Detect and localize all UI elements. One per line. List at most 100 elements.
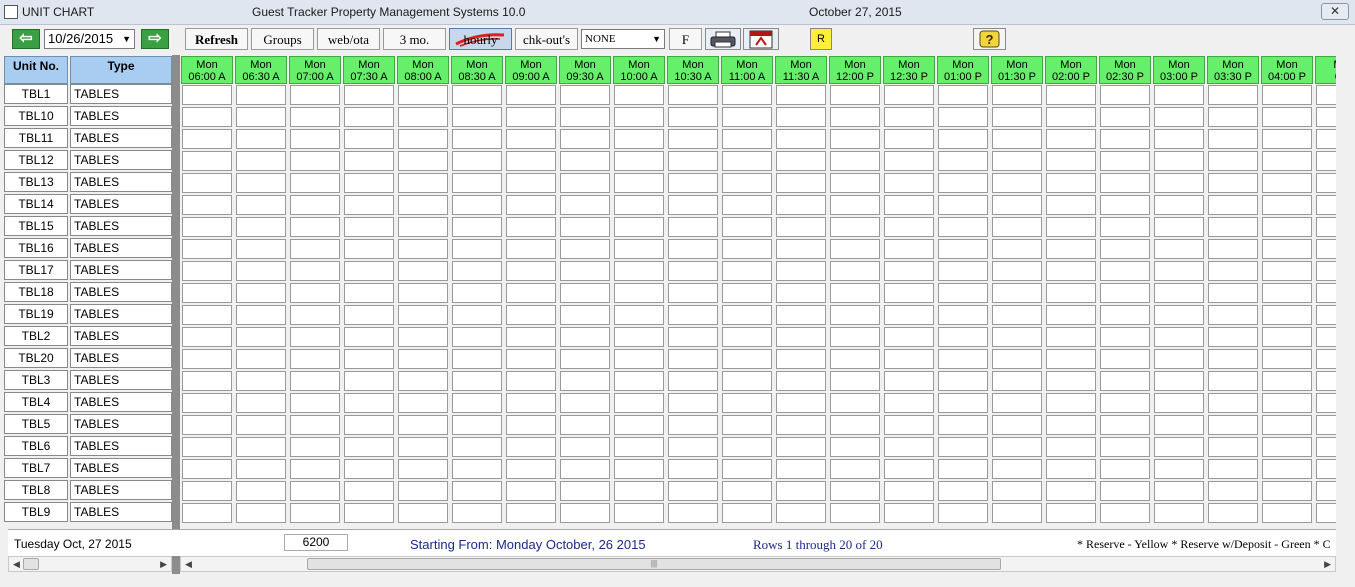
schedule-cell[interactable] bbox=[884, 393, 934, 413]
schedule-cell[interactable] bbox=[1208, 85, 1258, 105]
schedule-cell[interactable] bbox=[1154, 459, 1204, 479]
schedule-cell[interactable] bbox=[938, 305, 988, 325]
schedule-cell[interactable] bbox=[560, 151, 610, 171]
grid-horizontal-scrollbar[interactable]: ◀ ||| ▶ bbox=[180, 556, 1336, 572]
schedule-cell[interactable] bbox=[1046, 437, 1096, 457]
schedule-cell[interactable] bbox=[290, 195, 340, 215]
schedule-cell[interactable] bbox=[668, 305, 718, 325]
schedule-cell[interactable] bbox=[938, 393, 988, 413]
schedule-cell[interactable] bbox=[1100, 459, 1150, 479]
schedule-cell[interactable] bbox=[1046, 305, 1096, 325]
chevron-down-icon[interactable]: ▼ bbox=[652, 30, 661, 48]
schedule-cell[interactable] bbox=[776, 239, 826, 259]
schedule-cell[interactable] bbox=[992, 239, 1042, 259]
schedule-cell[interactable] bbox=[398, 503, 448, 523]
schedule-cell[interactable] bbox=[830, 503, 880, 523]
type-cell[interactable]: TABLES bbox=[70, 128, 172, 148]
schedule-cell[interactable] bbox=[668, 129, 718, 149]
schedule-cell[interactable] bbox=[1208, 107, 1258, 127]
schedule-cell[interactable] bbox=[344, 151, 394, 171]
time-column-header[interactable]: Mon 11:30 A bbox=[775, 56, 827, 84]
schedule-cell[interactable] bbox=[668, 503, 718, 523]
unit-cell[interactable]: TBL6 bbox=[4, 436, 68, 456]
window-icon[interactable] bbox=[4, 5, 18, 19]
schedule-cell[interactable] bbox=[398, 129, 448, 149]
time-column-header[interactable]: Mon 06:30 A bbox=[235, 56, 287, 84]
schedule-cell[interactable] bbox=[884, 217, 934, 237]
schedule-cell[interactable] bbox=[938, 437, 988, 457]
schedule-cell[interactable] bbox=[1208, 217, 1258, 237]
schedule-cell[interactable] bbox=[182, 459, 232, 479]
schedule-cell[interactable] bbox=[722, 261, 772, 281]
schedule-cell[interactable] bbox=[1154, 151, 1204, 171]
schedule-cell[interactable] bbox=[884, 195, 934, 215]
schedule-cell[interactable] bbox=[1154, 107, 1204, 127]
schedule-cell[interactable] bbox=[452, 129, 502, 149]
schedule-cell[interactable] bbox=[290, 371, 340, 391]
schedule-cell[interactable] bbox=[398, 327, 448, 347]
schedule-cell[interactable] bbox=[938, 415, 988, 435]
schedule-cell[interactable] bbox=[1208, 195, 1258, 215]
schedule-cell[interactable] bbox=[452, 327, 502, 347]
unit-cell[interactable]: TBL12 bbox=[4, 150, 68, 170]
schedule-cell[interactable] bbox=[452, 371, 502, 391]
schedule-cell[interactable] bbox=[398, 415, 448, 435]
schedule-cell[interactable] bbox=[236, 239, 286, 259]
schedule-cell[interactable] bbox=[290, 305, 340, 325]
schedule-cell[interactable] bbox=[1316, 327, 1336, 347]
schedule-cell[interactable] bbox=[1100, 415, 1150, 435]
time-column-header[interactable]: Mon 08:00 A bbox=[397, 56, 449, 84]
time-column-header[interactable]: Mon 04:00 P bbox=[1261, 56, 1313, 84]
schedule-cell[interactable] bbox=[506, 481, 556, 501]
unit-cell[interactable]: TBL17 bbox=[4, 260, 68, 280]
schedule-cell[interactable] bbox=[560, 415, 610, 435]
schedule-cell[interactable] bbox=[884, 107, 934, 127]
schedule-cell[interactable] bbox=[506, 459, 556, 479]
filter-select[interactable]: NONE ▼ bbox=[581, 29, 665, 49]
schedule-cell[interactable] bbox=[776, 217, 826, 237]
type-cell[interactable]: TABLES bbox=[70, 480, 172, 500]
schedule-cell[interactable] bbox=[1316, 261, 1336, 281]
schedule-cell[interactable] bbox=[830, 283, 880, 303]
schedule-cell[interactable] bbox=[830, 239, 880, 259]
schedule-cell[interactable] bbox=[560, 283, 610, 303]
schedule-cell[interactable] bbox=[1262, 327, 1312, 347]
schedule-cell[interactable] bbox=[506, 393, 556, 413]
schedule-cell[interactable] bbox=[776, 173, 826, 193]
schedule-cell[interactable] bbox=[884, 327, 934, 347]
schedule-cell[interactable] bbox=[776, 195, 826, 215]
schedule-cell[interactable] bbox=[1100, 195, 1150, 215]
schedule-cell[interactable] bbox=[938, 261, 988, 281]
schedule-cell[interactable] bbox=[668, 195, 718, 215]
scroll-left-icon[interactable]: ◀ bbox=[13, 557, 20, 571]
schedule-cell[interactable] bbox=[290, 217, 340, 237]
schedule-cell[interactable] bbox=[1154, 85, 1204, 105]
schedule-cell[interactable] bbox=[344, 129, 394, 149]
schedule-cell[interactable] bbox=[560, 371, 610, 391]
schedule-cell[interactable] bbox=[182, 283, 232, 303]
schedule-cell[interactable] bbox=[344, 459, 394, 479]
schedule-cell[interactable] bbox=[560, 85, 610, 105]
unit-cell[interactable]: TBL7 bbox=[4, 458, 68, 478]
schedule-cell[interactable] bbox=[1208, 503, 1258, 523]
schedule-cell[interactable] bbox=[452, 349, 502, 369]
schedule-cell[interactable] bbox=[992, 151, 1042, 171]
schedule-cell[interactable] bbox=[722, 129, 772, 149]
unit-cell[interactable]: TBL9 bbox=[4, 502, 68, 522]
schedule-cell[interactable] bbox=[1100, 481, 1150, 501]
schedule-cell[interactable] bbox=[1316, 151, 1336, 171]
schedule-cell[interactable] bbox=[398, 173, 448, 193]
schedule-cell[interactable] bbox=[992, 305, 1042, 325]
code-field[interactable]: 6200 bbox=[284, 534, 348, 551]
schedule-cell[interactable] bbox=[344, 173, 394, 193]
schedule-cell[interactable] bbox=[452, 261, 502, 281]
schedule-cell[interactable] bbox=[776, 283, 826, 303]
schedule-cell[interactable] bbox=[1154, 239, 1204, 259]
type-cell[interactable]: TABLES bbox=[70, 238, 172, 258]
schedule-cell[interactable] bbox=[506, 371, 556, 391]
schedule-cell[interactable] bbox=[938, 371, 988, 391]
type-cell[interactable]: TABLES bbox=[70, 502, 172, 522]
schedule-cell[interactable] bbox=[398, 239, 448, 259]
schedule-cell[interactable] bbox=[992, 503, 1042, 523]
schedule-cell[interactable] bbox=[560, 481, 610, 501]
